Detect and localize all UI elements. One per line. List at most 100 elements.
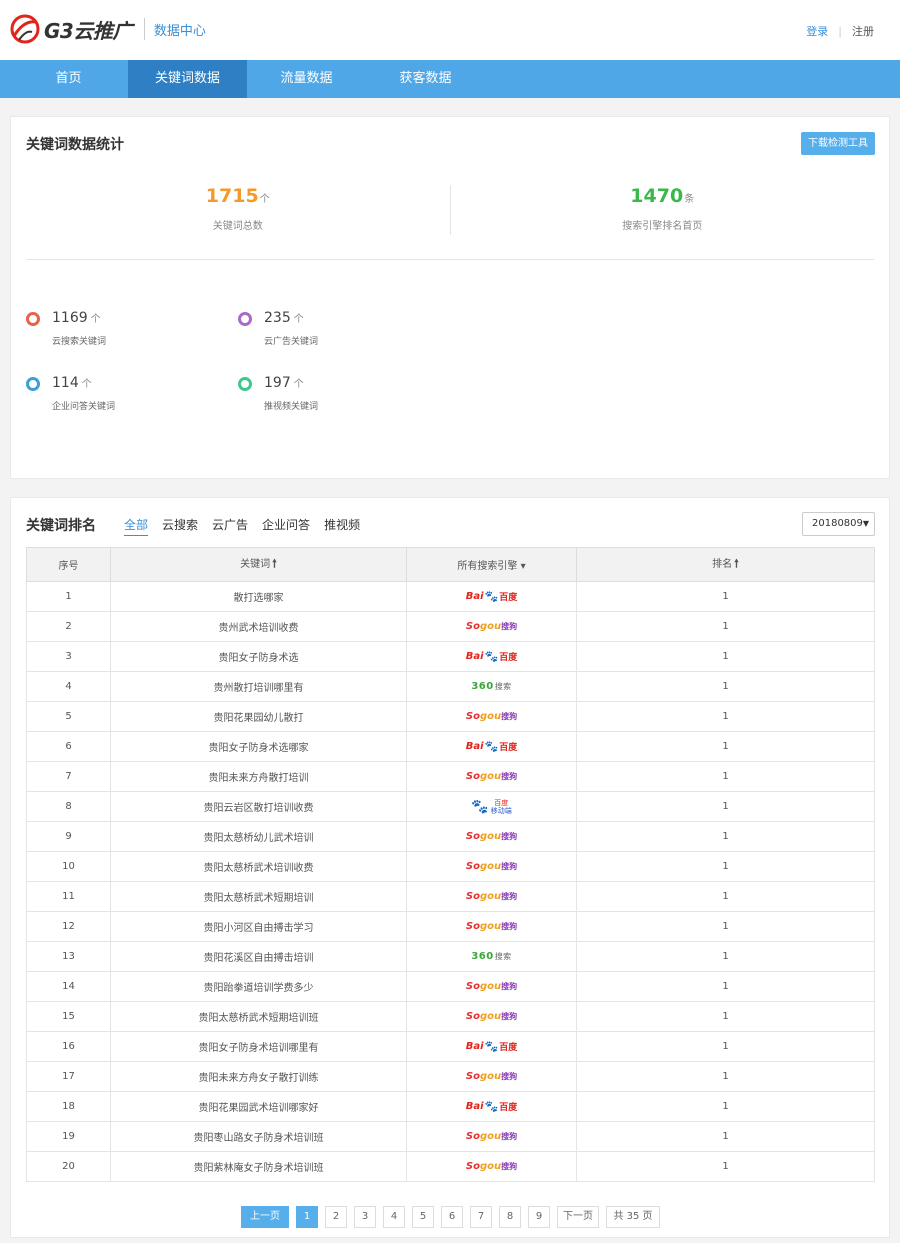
- cloud-search-circle-icon: [26, 312, 40, 326]
- cell-keyword: 贵阳太慈桥武术短期培训: [110, 881, 407, 912]
- cell-keyword: 贵阳女子防身术选哪家: [110, 731, 407, 762]
- table-row: 1 散打选哪家 Bai 🐾 百度 1: [26, 581, 875, 612]
- cell-index: 11: [26, 881, 111, 912]
- nav-keyword-data[interactable]: 关键词数据: [128, 60, 247, 98]
- cell-keyword: 贵阳花溪区自由搏击培训: [110, 941, 407, 972]
- cell-index: 10: [26, 851, 111, 882]
- cell-index: 14: [26, 971, 111, 1002]
- keyword-stats-panel: 关键词数据统计 下载检测工具 1715个 关键词总数 1470条 搜索引擎排名首…: [10, 116, 890, 479]
- next-page-button[interactable]: 下一页: [557, 1206, 599, 1228]
- sogou-logo-icon: So gou 搜狗: [465, 891, 518, 902]
- page-button[interactable]: 2: [325, 1206, 347, 1228]
- date-select[interactable]: 20180809 ▼: [802, 512, 875, 536]
- cell-index: 13: [26, 941, 111, 972]
- cloud-search-unit: 个: [90, 314, 101, 325]
- page-button[interactable]: 5: [412, 1206, 434, 1228]
- cell-keyword: 贵阳太慈桥武术短期培训班: [110, 1001, 407, 1032]
- video-unit: 个: [293, 379, 304, 390]
- cloud-ad-label: 云广告关键词: [264, 337, 319, 347]
- page-button[interactable]: 1: [296, 1206, 318, 1228]
- cell-rank: 1: [576, 761, 875, 792]
- cell-index: 2: [26, 611, 111, 642]
- nav-traffic-data[interactable]: 流量数据: [247, 60, 366, 98]
- table-row: 12 贵阳小河区自由搏击学习 So gou 搜狗 1: [26, 911, 875, 942]
- cell-rank: 1: [576, 731, 875, 762]
- filter-enterprise-qa[interactable]: 企业问答: [262, 516, 310, 536]
- col-header-engine[interactable]: 所有搜索引擎 ▾: [406, 547, 577, 582]
- page-button[interactable]: 6: [441, 1206, 463, 1228]
- cell-keyword: 贵阳花果园武术培训哪家好: [110, 1091, 407, 1122]
- table-header-row: 序号 关键词 🠕 所有搜索引擎 ▾ 排名 🠕: [26, 547, 875, 582]
- cell-rank: 1: [576, 791, 875, 822]
- sogou-logo-icon: So gou 搜狗: [465, 861, 518, 872]
- download-tool-button[interactable]: 下载检测工具: [801, 132, 875, 155]
- total-pages: 共 35 页: [606, 1206, 660, 1228]
- prev-page-button[interactable]: 上一页: [241, 1206, 289, 1228]
- total-keywords-stat: 1715个 关键词总数: [26, 185, 450, 235]
- main-nav: 首页 关键词数据 流量数据 获客数据: [0, 60, 900, 98]
- table-row: 7 贵阳未来方舟散打培训 So gou 搜狗 1: [26, 761, 875, 792]
- cell-keyword: 贵阳云岩区散打培训收费: [110, 791, 407, 822]
- filter-cloud-ad[interactable]: 云广告: [212, 516, 248, 536]
- cell-engine: 🐾 百度 移动端: [406, 791, 577, 822]
- cell-index: 3: [26, 641, 111, 672]
- table-row: 2 贵州武术培训收费 So gou 搜狗 1: [26, 611, 875, 642]
- cell-index: 9: [26, 821, 111, 852]
- cell-keyword: 贵阳跆拳道培训学费多少: [110, 971, 407, 1002]
- logo[interactable]: G3云推广 数据中心: [8, 12, 206, 46]
- logo-subtitle: 数据中心: [153, 23, 206, 39]
- filter-cloud-search[interactable]: 云搜索: [162, 516, 198, 536]
- cell-engine: Bai 🐾 百度: [406, 1091, 577, 1122]
- page-button[interactable]: 4: [383, 1206, 405, 1228]
- cloud-search-value: 1169: [52, 310, 88, 326]
- cell-index: 15: [26, 1001, 111, 1032]
- table-row: 13 贵阳花溪区自由搏击培训 360 搜索 1: [26, 941, 875, 972]
- cell-index: 1: [26, 581, 111, 612]
- logo-text: G3云推广: [44, 18, 132, 43]
- sogou-logo-icon: So gou 搜狗: [465, 711, 518, 722]
- logo-divider: [143, 18, 145, 40]
- baidu-logo-icon: Bai 🐾 百度: [465, 590, 518, 603]
- cell-rank: 1: [576, 941, 875, 972]
- cell-engine: So gou 搜狗: [406, 701, 577, 732]
- sort-arrow-icon: 🠕: [272, 557, 277, 570]
- register-link[interactable]: 注册: [852, 23, 874, 39]
- cell-keyword: 贵阳枣山路女子防身术培训班: [110, 1121, 407, 1152]
- page-button[interactable]: 8: [499, 1206, 521, 1228]
- chevron-down-icon: ▼: [862, 519, 869, 528]
- cell-keyword: 贵州武术培训收费: [110, 611, 407, 642]
- page-button[interactable]: 9: [528, 1206, 550, 1228]
- cell-index: 7: [26, 761, 111, 792]
- enterprise-qa-circle-icon: [26, 377, 40, 391]
- cell-rank: 1: [576, 671, 875, 702]
- cell-engine: So gou 搜狗: [406, 971, 577, 1002]
- page-button[interactable]: 3: [354, 1206, 376, 1228]
- page-button[interactable]: 7: [470, 1206, 492, 1228]
- cell-index: 17: [26, 1061, 111, 1092]
- cell-engine: So gou 搜狗: [406, 881, 577, 912]
- login-link[interactable]: 登录: [806, 23, 828, 39]
- filter-all[interactable]: 全部: [124, 516, 149, 536]
- cell-keyword: 贵阳紫林庵女子防身术培训班: [110, 1151, 407, 1182]
- cell-index: 19: [26, 1121, 111, 1152]
- cell-engine: So gou 搜狗: [406, 1151, 577, 1182]
- nav-customer-data[interactable]: 获客数据: [366, 60, 485, 98]
- cell-engine: So gou 搜狗: [406, 851, 577, 882]
- cell-index: 8: [26, 791, 111, 822]
- col-header-keyword[interactable]: 关键词 🠕: [110, 547, 407, 582]
- cell-engine: 360 搜索: [406, 671, 577, 702]
- table-row: 18 贵阳花果园武术培训哪家好 Bai 🐾 百度 1: [26, 1091, 875, 1122]
- col-header-rank[interactable]: 排名 🠕: [576, 547, 875, 582]
- cell-keyword: 贵州散打培训哪里有: [110, 671, 407, 702]
- ranking-filters: 全部 云搜索 云广告 企业问答 推视频: [124, 516, 374, 536]
- cell-rank: 1: [576, 1121, 875, 1152]
- cell-keyword: 贵阳太慈桥幼儿武术培训: [110, 821, 407, 852]
- sogou-logo-icon: So gou 搜狗: [465, 981, 518, 992]
- table-row: 15 贵阳太慈桥武术短期培训班 So gou 搜狗 1: [26, 1001, 875, 1032]
- cell-rank: 1: [576, 821, 875, 852]
- cloud-search-label: 云搜索关键词: [52, 337, 107, 347]
- video-circle-icon: [238, 377, 252, 391]
- filter-video[interactable]: 推视频: [324, 516, 360, 536]
- cell-rank: 1: [576, 641, 875, 672]
- nav-home[interactable]: 首页: [9, 60, 128, 98]
